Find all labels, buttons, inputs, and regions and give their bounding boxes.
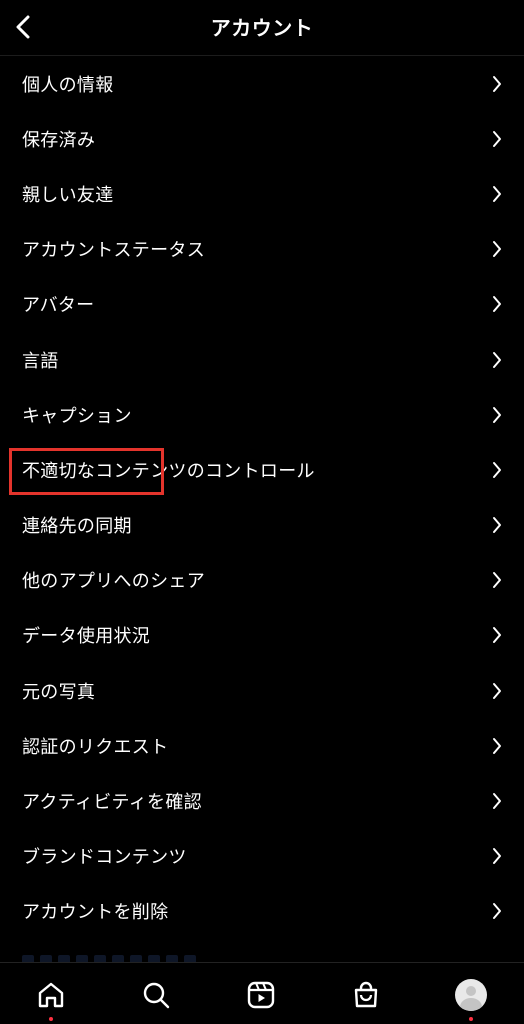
menu-item-label: 親しい友達 xyxy=(22,184,114,206)
page-title: アカウント xyxy=(210,16,314,40)
top-bar: アカウント xyxy=(0,0,524,56)
menu-item-avatar[interactable]: アバター xyxy=(0,277,524,332)
menu-item-review-activity[interactable]: アクティビティを確認 xyxy=(0,773,524,828)
menu-item-label: アカウントを削除 xyxy=(22,902,169,924)
menu-item-close-friends[interactable]: 親しい友達 xyxy=(0,166,524,221)
chevron-right-icon xyxy=(493,75,501,92)
chevron-right-icon xyxy=(493,130,501,147)
menu-item-contacts-sync[interactable]: 連絡先の同期 xyxy=(0,498,524,553)
menu-item-label: 不適切なコンテンツのコントロール xyxy=(22,460,315,482)
reels-icon xyxy=(247,981,275,1009)
menu-item-label: データ使用状況 xyxy=(22,626,151,648)
menu-item-label: 認証のリクエスト xyxy=(22,736,169,758)
chevron-right-icon xyxy=(493,406,501,423)
menu-item-original-photos[interactable]: 元の写真 xyxy=(0,663,524,718)
home-icon xyxy=(38,982,64,1008)
menu-item-label: アカウントステータス xyxy=(22,240,205,262)
avatar xyxy=(455,979,487,1011)
chevron-right-icon xyxy=(493,572,501,589)
menu-item-delete-account[interactable]: アカウントを削除 xyxy=(0,884,524,939)
shop-icon xyxy=(354,981,378,1008)
chevron-right-icon xyxy=(493,903,501,920)
chevron-right-icon xyxy=(493,241,501,258)
menu-item-language[interactable]: 言語 xyxy=(0,332,524,387)
notification-dot xyxy=(49,1017,53,1021)
chevron-right-icon xyxy=(493,517,501,534)
menu-item-label: キャプション xyxy=(22,405,132,427)
menu-item-sharing-to-other-apps[interactable]: 他のアプリへのシェア xyxy=(0,553,524,608)
menu-item-label: 元の写真 xyxy=(22,681,96,703)
bottom-nav xyxy=(0,962,524,1024)
menu-item-branded-content[interactable]: ブランドコンテンツ xyxy=(0,829,524,884)
chevron-right-icon xyxy=(493,627,501,644)
menu-item-saved[interactable]: 保存済み xyxy=(0,111,524,166)
chevron-right-icon xyxy=(493,793,501,810)
menu-item-request-verification[interactable]: 認証のリクエスト xyxy=(0,718,524,773)
menu-item-captions[interactable]: キャプション xyxy=(0,387,524,442)
menu-item-label: アバター xyxy=(22,295,95,317)
chevron-right-icon xyxy=(493,461,501,478)
search-icon xyxy=(143,982,170,1009)
nav-shop[interactable] xyxy=(346,975,386,1015)
menu-item-label: 言語 xyxy=(22,350,59,372)
nav-profile[interactable] xyxy=(451,975,491,1021)
chevron-right-icon xyxy=(493,296,501,313)
menu-item-label: アクティビティを確認 xyxy=(22,792,202,814)
nav-reels[interactable] xyxy=(241,975,281,1015)
menu-item-account-status[interactable]: アカウントステータス xyxy=(0,222,524,277)
menu-item-label: 保存済み xyxy=(22,129,96,151)
chevron-right-icon xyxy=(493,737,501,754)
chevron-right-icon xyxy=(493,682,501,699)
notification-dot xyxy=(469,1017,473,1021)
menu-item-label: 個人の情報 xyxy=(22,74,114,96)
nav-search[interactable] xyxy=(136,975,176,1015)
chevron-right-icon xyxy=(493,848,501,865)
chevron-right-icon xyxy=(493,185,501,202)
menu-item-label: ブランドコンテンツ xyxy=(22,847,187,869)
nav-home[interactable] xyxy=(31,975,71,1021)
menu-item-personal-info[interactable]: 個人の情報 xyxy=(0,56,524,111)
scroll-fade-content xyxy=(22,950,242,965)
menu-item-data-usage[interactable]: データ使用状況 xyxy=(0,608,524,663)
menu-item-label: 連絡先の同期 xyxy=(22,516,132,538)
menu-item-label: 他のアプリへのシェア xyxy=(22,571,205,593)
settings-menu: 個人の情報 保存済み 親しい友達 アカウントステータス アバター 言語 キャプシ… xyxy=(0,56,524,939)
chevron-right-icon xyxy=(493,351,501,368)
menu-item-sensitive-content[interactable]: 不適切なコンテンツのコントロール xyxy=(0,442,524,497)
